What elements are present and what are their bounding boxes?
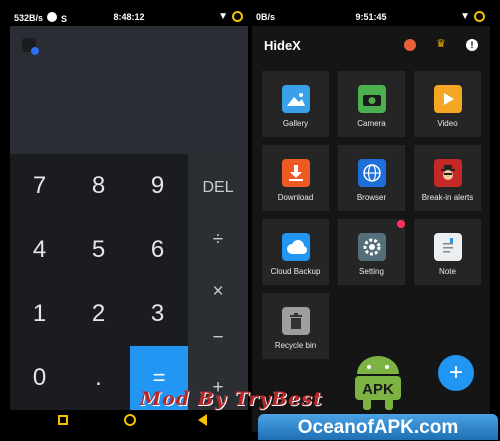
video-icon	[434, 85, 462, 113]
calculator-display	[10, 26, 248, 154]
delete-button[interactable]: DEL	[188, 168, 248, 208]
tile-label: Break-in alerts	[421, 193, 474, 202]
subtract-button[interactable]: −	[188, 318, 248, 358]
key-9[interactable]: 9	[128, 154, 187, 218]
calculator-screen: 532B/s S 8:48:12 ▼ 7 8 9 4 5 6 1 2 3 0 . …	[10, 8, 248, 432]
wifi-icon: ▼	[218, 11, 228, 22]
trash-icon	[282, 307, 310, 335]
gear-icon	[358, 233, 386, 261]
apk-badge-text: APK	[362, 381, 394, 398]
back-icon[interactable]	[198, 414, 207, 426]
cloud-icon	[282, 233, 310, 261]
site-banner: OceanofAPK.com	[258, 414, 498, 440]
tile-note[interactable]: Note	[414, 219, 481, 285]
spy-icon	[434, 159, 462, 187]
gallery-icon	[282, 85, 310, 113]
status-bar: 0B/s 9:51:45 ▼	[252, 8, 490, 26]
tile-label: Note	[439, 267, 456, 276]
operator-pad: DEL ÷ × − +	[188, 154, 248, 410]
tile-video[interactable]: Video	[414, 71, 481, 137]
tile-browser[interactable]: Browser	[338, 145, 405, 211]
key-8[interactable]: 8	[69, 154, 128, 218]
add-fab-button[interactable]: +	[438, 355, 474, 391]
divide-button[interactable]: ÷	[188, 220, 248, 260]
battery-ring-icon	[232, 11, 243, 22]
tile-recycle-bin[interactable]: Recycle bin	[262, 293, 329, 359]
tile-label: Download	[277, 193, 314, 202]
multiply-button[interactable]: ×	[188, 272, 248, 312]
key-1[interactable]: 1	[10, 282, 69, 346]
key-2[interactable]: 2	[69, 282, 128, 346]
tile-gallery[interactable]: Gallery	[262, 71, 329, 137]
status-bar: 532B/s S 8:48:12 ▼	[10, 8, 248, 26]
key-3[interactable]: 3	[128, 282, 187, 346]
nav-bar	[10, 410, 248, 432]
browser-icon	[358, 159, 386, 187]
key-decimal[interactable]: .	[69, 346, 128, 410]
key-6[interactable]: 6	[128, 218, 187, 282]
tile-camera[interactable]: Camera	[338, 71, 405, 137]
tile-label: Video	[437, 119, 458, 128]
home-icon[interactable]	[124, 414, 136, 426]
crown-icon[interactable]: ♛	[436, 37, 448, 50]
tile-label: Cloud Backup	[270, 267, 321, 276]
battery-ring-icon	[474, 11, 485, 22]
app-title: HideX	[264, 38, 301, 53]
camera-icon	[358, 85, 386, 113]
tile-label: Browser	[356, 193, 387, 202]
app-lock-icon[interactable]	[22, 38, 39, 55]
notification-dot	[397, 220, 405, 228]
key-0[interactable]: 0	[10, 346, 69, 410]
key-4[interactable]: 4	[10, 218, 69, 282]
tile-label: Gallery	[282, 119, 309, 128]
key-7[interactable]: 7	[10, 154, 69, 218]
tile-setting[interactable]: Setting	[338, 219, 405, 285]
key-5[interactable]: 5	[69, 218, 128, 282]
download-icon	[282, 159, 310, 187]
note-icon	[434, 233, 462, 261]
mod-watermark: Mod By TryBest	[140, 388, 323, 410]
tile-download[interactable]: Download	[262, 145, 329, 211]
status-time: 9:51:45	[355, 12, 387, 22]
tile-label: Setting	[359, 267, 384, 276]
info-icon[interactable]: !	[466, 39, 478, 51]
android-apk-logo: APK	[343, 352, 413, 412]
tile-label: Camera	[357, 119, 386, 128]
recents-icon[interactable]	[58, 415, 68, 425]
theme-icon[interactable]	[404, 39, 416, 51]
tile-label: Recycle bin	[274, 341, 317, 350]
tile-break-in-alerts[interactable]: Break-in alerts	[414, 145, 481, 211]
status-time: 8:48:12	[113, 12, 145, 22]
wifi-icon: ▼	[460, 11, 470, 22]
tile-cloud-backup[interactable]: Cloud Backup	[262, 219, 329, 285]
site-name: OceanofAPK.com	[297, 417, 459, 438]
